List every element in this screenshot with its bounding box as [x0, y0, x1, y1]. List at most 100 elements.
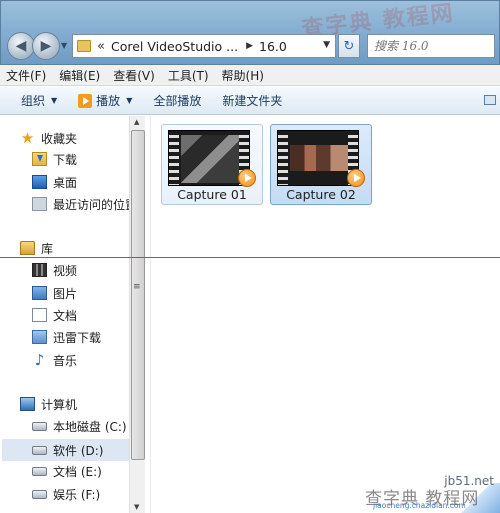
corner-watermark: jb51.net 查字典 教程网 jiaocheng.chazidian.com [365, 470, 500, 513]
play-all-button[interactable]: 全部播放 [153, 92, 201, 109]
video-frame [181, 135, 239, 183]
nav-label: 文档 [53, 308, 78, 323]
file-name: Capture 02 [286, 187, 356, 202]
nav-drive-c[interactable]: 本地磁盘 (C:) [32, 415, 127, 437]
folder-icon [77, 40, 91, 52]
nav-drive-d[interactable]: 软件 (D:) [2, 439, 130, 461]
drive-icon [32, 445, 47, 455]
nav-label: 下载 [53, 152, 78, 167]
menu-file[interactable]: 文件(F) [6, 67, 46, 84]
nav-desktop[interactable]: 桌面 [32, 171, 77, 193]
download-folder-icon [32, 152, 47, 166]
layout-icon[interactable] [484, 95, 496, 105]
nav-downloads[interactable]: 下载 [32, 148, 77, 170]
nav-documents[interactable]: 文档 [32, 304, 77, 326]
filmstrip-icon [169, 131, 179, 185]
scroll-down-icon[interactable]: ▼ [134, 503, 139, 511]
file-tile-selected[interactable]: Capture 02 [270, 124, 372, 205]
nav-label: 桌面 [53, 175, 78, 190]
history-dropdown-icon[interactable]: ▼ [61, 41, 67, 50]
chevron-down-icon: ▼ [51, 96, 58, 105]
nav-label: 最近访问的位置 [53, 197, 138, 212]
star-icon: ★ [20, 129, 35, 147]
menu-help[interactable]: 帮助(H) [222, 67, 264, 84]
organize-button[interactable]: 组织 ▼ [21, 92, 57, 109]
breadcrumb-overflow[interactable]: « [97, 39, 105, 54]
title-bar: 查字典 教程网 ◀ ▶ ▼ « Corel VideoStudio ... ▶ … [0, 0, 500, 65]
desktop-icon [32, 175, 47, 189]
music-note-icon: ♪ [34, 351, 45, 369]
nav-videos[interactable]: 视频 [32, 259, 77, 281]
watermark-url: jiaocheng.chazidian.com [373, 501, 466, 510]
forward-button[interactable]: ▶ [32, 32, 60, 60]
back-button[interactable]: ◀ [7, 32, 35, 60]
nav-drive-e[interactable]: 文档 (E:) [32, 460, 102, 482]
play-all-label: 全部播放 [153, 94, 202, 108]
new-folder-button[interactable]: 新建文件夹 [222, 92, 282, 109]
nav-label: 计算机 [41, 397, 78, 412]
red-guide-line [0, 257, 500, 258]
video-library-icon [32, 263, 47, 277]
search-input[interactable] [374, 39, 484, 53]
file-view: Capture 01 Capture 02 [151, 116, 500, 513]
address-dropdown-icon[interactable]: ▼ [323, 40, 330, 50]
refresh-icon: ↻ [343, 38, 355, 54]
play-badge-icon [347, 169, 365, 187]
navigation-pane: ★ 收藏夹 下载 桌面 最近访问的位置 库 视频 图片 文档 迅雷下载 ♪ 音乐… [0, 116, 145, 513]
address-bar[interactable]: « Corel VideoStudio ... ▶ 16.0 ▼ [72, 34, 336, 58]
document-library-icon [32, 308, 47, 322]
library-icon [20, 241, 35, 255]
scroll-thumb[interactable] [131, 130, 145, 460]
filmstrip-icon [278, 131, 288, 185]
search-box[interactable] [367, 34, 495, 58]
nav-drive-f[interactable]: 娱乐 (F:) [32, 483, 100, 505]
nav-label: 库 [41, 241, 54, 256]
grip-icon: ≡ [133, 282, 141, 292]
nav-label: 视频 [53, 263, 78, 278]
forward-arrow-icon: ▶ [40, 38, 52, 54]
menu-edit[interactable]: 编辑(E) [59, 67, 100, 84]
menu-view[interactable]: 查看(V) [113, 67, 155, 84]
play-button[interactable]: 播放 ▼ [78, 92, 132, 109]
nav-label: 软件 (D:) [53, 443, 104, 458]
command-bar: 组织 ▼ 播放 ▼ 全部播放 新建文件夹 [0, 87, 500, 115]
file-tile[interactable]: Capture 01 [161, 124, 263, 205]
refresh-button[interactable]: ↻ [338, 34, 360, 58]
nav-libraries[interactable]: 库 [20, 237, 53, 259]
breadcrumb-corel[interactable]: Corel VideoStudio ... [111, 39, 238, 54]
new-folder-label: 新建文件夹 [222, 94, 283, 108]
picture-library-icon [32, 286, 47, 300]
menu-bar: 文件(F) 编辑(E) 查看(V) 工具(T) 帮助(H) [0, 65, 500, 86]
chevron-down-icon: ▼ [126, 96, 133, 105]
play-icon [78, 93, 93, 108]
back-arrow-icon: ◀ [15, 38, 27, 54]
nav-label: 娱乐 (F:) [53, 487, 101, 502]
play-label: 播放 [96, 94, 121, 108]
nav-favorites[interactable]: ★ 收藏夹 [20, 127, 77, 149]
breadcrumb-separator-icon[interactable]: ▶ [246, 41, 253, 51]
breadcrumb-current[interactable]: 16.0 [259, 39, 287, 54]
organize-label: 组织 [21, 94, 46, 108]
nav-label: 收藏夹 [41, 131, 78, 146]
nav-pictures[interactable]: 图片 [32, 282, 77, 304]
scroll-up-icon[interactable]: ▲ [134, 118, 139, 126]
nav-label: 迅雷下载 [53, 330, 102, 345]
menu-tools[interactable]: 工具(T) [168, 67, 209, 84]
nav-music[interactable]: ♪ 音乐 [32, 349, 77, 371]
drive-icon [32, 489, 47, 499]
computer-icon [20, 397, 35, 411]
nav-xunlei[interactable]: 迅雷下载 [32, 326, 101, 348]
nav-label: 音乐 [53, 353, 78, 368]
xunlei-icon [32, 330, 47, 344]
drive-icon [32, 466, 47, 476]
nav-label: 文档 (E:) [53, 464, 102, 479]
recent-places-icon [32, 197, 47, 211]
drive-icon [32, 421, 47, 431]
file-name: Capture 01 [177, 187, 247, 202]
nav-label: 本地磁盘 (C:) [53, 419, 127, 434]
nav-label: 图片 [53, 286, 78, 301]
nav-recent-places[interactable]: 最近访问的位置 [32, 193, 137, 215]
nav-computer[interactable]: 计算机 [20, 393, 77, 415]
nav-scrollbar[interactable]: ▲ ≡ ▼ [129, 116, 145, 513]
play-badge-icon [238, 169, 256, 187]
